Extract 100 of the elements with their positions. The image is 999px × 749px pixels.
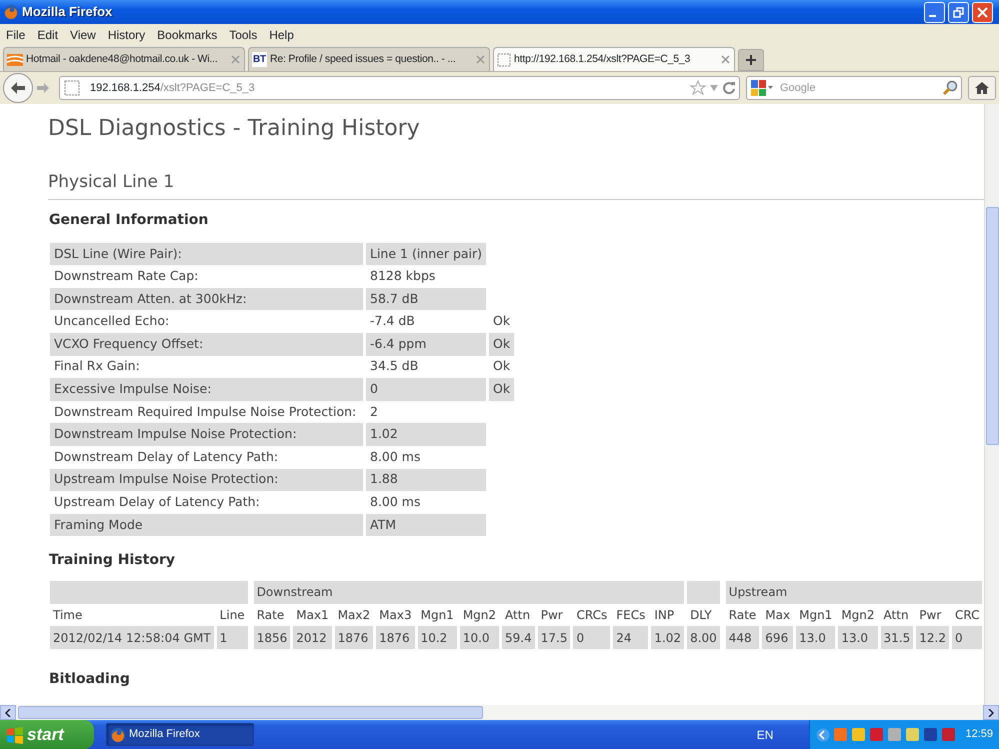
column-header: Max — [764, 606, 792, 624]
column-header: INP — [653, 606, 676, 624]
column-header: Mgn2 — [462, 606, 498, 624]
table-cell: 1876 — [334, 626, 374, 649]
site-logo: BT — [252, 52, 267, 67]
search-icon[interactable] — [942, 80, 958, 96]
column-header: CRC — [954, 606, 980, 624]
menu-item[interactable]: Edit — [31, 26, 64, 44]
status-text: Ok — [492, 357, 512, 376]
chevron-icon[interactable] — [816, 728, 830, 742]
tray-icon[interactable] — [887, 727, 902, 742]
column-header: Max2 — [336, 606, 372, 624]
window-title: Mozilla Firefox — [22, 3, 114, 22]
field-label: DSL Line (Wire Pair): — [50, 242, 363, 266]
back-arrow-icon — [10, 81, 26, 95]
close-icon[interactable] — [476, 55, 485, 64]
taskbar-button[interactable]: Mozilla Firefox — [106, 723, 254, 746]
star-icon[interactable] — [690, 80, 706, 96]
tray-icon[interactable] — [941, 727, 956, 742]
address-field[interactable]: 192.168.1.254/xslt?PAGE=C_5_3 — [59, 76, 740, 100]
close-icon[interactable] — [231, 55, 240, 64]
table-cell: 1 — [216, 626, 248, 649]
table-cell: 2012 — [293, 626, 332, 649]
reload-icon[interactable] — [722, 81, 736, 95]
table-cell: 24 — [613, 626, 648, 649]
scrollbar-thumb[interactable] — [986, 207, 999, 445]
menu-item[interactable]: History — [102, 26, 152, 44]
column-header: Attn — [882, 606, 910, 624]
column-header: Pwr — [918, 606, 942, 624]
table-cell: 448 — [726, 626, 760, 649]
language-indicator[interactable]: EN — [756, 726, 774, 744]
tray-icon[interactable] — [905, 727, 920, 742]
table-cell: 0 — [573, 626, 610, 649]
section-heading: Physical Line 1 — [48, 172, 984, 200]
column-header: Attn — [504, 606, 532, 624]
field-label: Downstream Atten. at 300kHz: — [50, 288, 363, 310]
field-value: 58.7 dB — [366, 288, 486, 310]
field-label: Framing Mode — [50, 514, 363, 536]
table-cell: 17.5 — [538, 626, 570, 649]
column-header: DLY — [689, 606, 713, 624]
tray-icon[interactable] — [923, 727, 938, 742]
column-header: Line — [218, 606, 246, 624]
menu-item[interactable]: View — [64, 26, 102, 44]
table-cell: 1876 — [376, 626, 415, 649]
firefox-logo-icon — [110, 726, 126, 742]
tray-icon[interactable] — [851, 727, 866, 742]
status-text: Ok — [489, 332, 514, 356]
scroll-left-button[interactable] — [0, 705, 16, 720]
scrollbar-thumb[interactable] — [18, 706, 483, 719]
new-tab-button[interactable] — [738, 49, 764, 71]
address-text: 192.168.1.254/xslt?PAGE=C_5_3 — [90, 80, 255, 96]
vertical-scrollbar[interactable] — [984, 104, 999, 705]
close-button[interactable] — [972, 2, 993, 22]
dropdown-icon[interactable] — [709, 84, 719, 92]
mail-icon — [7, 52, 23, 66]
minimize-button[interactable] — [924, 2, 945, 22]
field-value: Line 1 (inner pair) — [366, 242, 486, 266]
field-value: 1.88 — [366, 468, 486, 492]
page-icon — [497, 52, 511, 66]
menu-item[interactable]: Bookmarks — [151, 26, 224, 44]
menu-item[interactable]: File — [0, 26, 32, 44]
home-button[interactable] — [968, 76, 996, 100]
horizontal-scrollbar[interactable] — [0, 705, 999, 720]
forward-arrow-icon[interactable] — [36, 82, 50, 94]
field-value: -6.4 ppm — [366, 332, 486, 356]
table-cell: 2012/02/14 12:58:04 GMT — [50, 626, 214, 649]
menu-item[interactable]: Help — [263, 26, 300, 44]
home-icon — [974, 81, 990, 95]
browser-tab[interactable]: BT Re: Profile / speed issues = question.. - ... — [248, 47, 490, 71]
back-button[interactable] — [3, 73, 33, 103]
browser-tab[interactable]: Hotmail - oakdene48@hotmail.co.uk - Wi... — [3, 47, 245, 71]
menu-item[interactable]: Tools — [223, 26, 264, 44]
table-cell: 0 — [952, 626, 982, 649]
field-value: 0 — [366, 378, 486, 401]
subsection-heading: Training History — [49, 552, 176, 570]
field-label: Downstream Rate Cap: — [53, 267, 200, 286]
close-icon[interactable] — [721, 55, 730, 64]
field-label: Upstream Delay of Latency Path: — [53, 493, 261, 512]
column-header: Mgn1 — [420, 606, 455, 624]
tray-icon[interactable] — [869, 727, 884, 742]
column-header: FECs — [615, 606, 646, 624]
table-cell: 1856 — [254, 626, 290, 649]
column-header: Rate — [728, 606, 758, 624]
field-value: 8.00 ms — [369, 448, 422, 466]
browser-tab[interactable]: http://192.168.1.254/xslt?PAGE=C_5_3 — [493, 47, 735, 71]
page-title: DSL Diagnostics - Training History — [48, 116, 421, 142]
table-cell: 13.0 — [796, 626, 836, 649]
status-text: Ok — [489, 378, 514, 401]
field-value: 8.00 ms — [369, 493, 422, 512]
column-header: Pwr — [540, 606, 564, 624]
scroll-right-button[interactable] — [983, 705, 999, 720]
field-label: Upstream Impulse Noise Protection: — [50, 468, 363, 492]
table-cell: 696 — [762, 626, 794, 649]
field-label: Final Rx Gain: — [53, 357, 141, 376]
restore-button[interactable] — [948, 2, 969, 22]
search-engine-icon — [750, 79, 774, 97]
table-cell: 12.2 — [916, 626, 949, 649]
field-label: VCXO Frequency Offset: — [50, 332, 363, 356]
table-cell: 10.0 — [460, 626, 500, 649]
field-value: 2 — [369, 402, 379, 421]
